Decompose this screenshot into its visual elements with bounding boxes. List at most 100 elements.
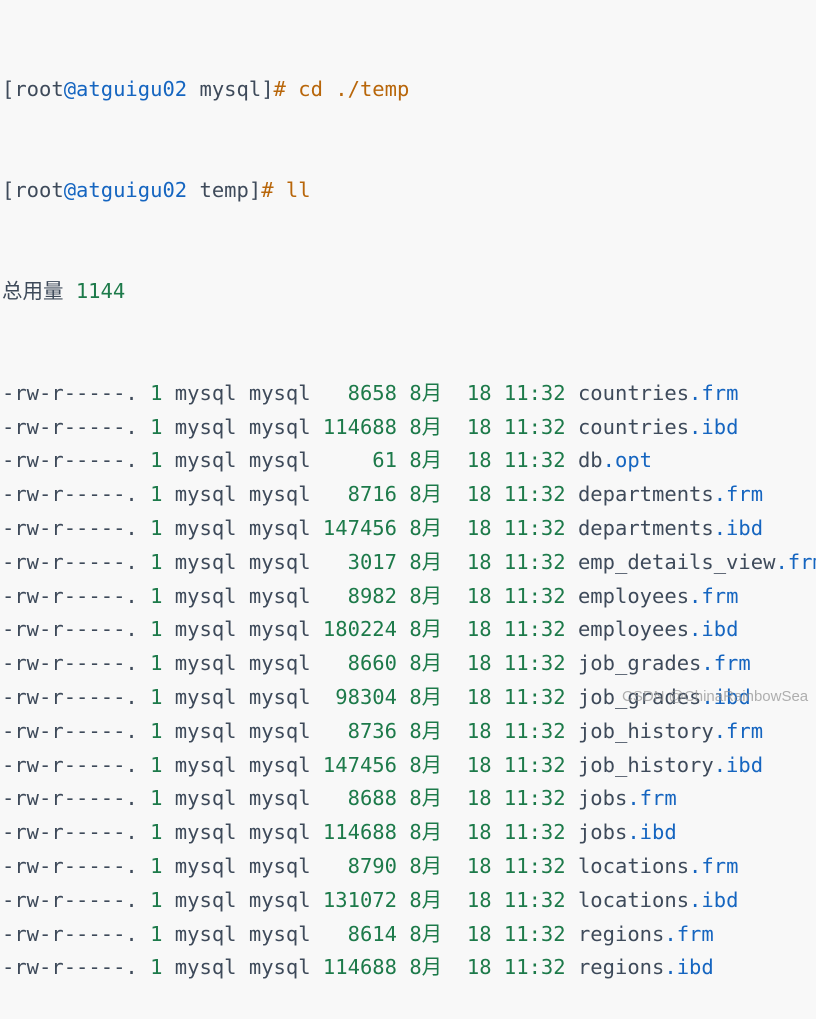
file-extension: .frm bbox=[689, 380, 739, 405]
file-links: 1 bbox=[150, 482, 163, 507]
file-time: 11:32 bbox=[503, 887, 566, 912]
file-day: 18 bbox=[466, 414, 492, 439]
file-row: -rw-r-----. 1 mysql mysql 8660 8月 18 11:… bbox=[2, 647, 816, 681]
file-day: 18 bbox=[466, 684, 492, 709]
file-name: employees bbox=[577, 617, 690, 642]
file-extension: .ibd bbox=[689, 414, 739, 439]
file-links: 1 bbox=[150, 921, 163, 946]
file-size: 8660 bbox=[347, 651, 397, 676]
file-links: 1 bbox=[150, 887, 163, 912]
file-group: mysql bbox=[248, 549, 311, 574]
file-links: 1 bbox=[150, 752, 163, 777]
file-name: locations bbox=[577, 887, 690, 912]
file-group: mysql bbox=[248, 448, 311, 473]
total-value: 1144 bbox=[75, 279, 126, 304]
file-owner: mysql bbox=[174, 617, 237, 642]
file-owner: mysql bbox=[174, 448, 237, 473]
file-group: mysql bbox=[248, 921, 311, 946]
terminal-output: [root@atguigu02 mysql]# cd ./temp [root@… bbox=[2, 5, 816, 1019]
file-name: employees bbox=[577, 583, 690, 608]
file-group: mysql bbox=[248, 887, 311, 912]
file-group: mysql bbox=[248, 786, 311, 811]
total-label: 总用量 bbox=[2, 279, 64, 304]
file-permissions: -rw-r-----. bbox=[2, 718, 138, 743]
file-permissions: -rw-r-----. bbox=[2, 684, 138, 709]
file-permissions: -rw-r-----. bbox=[2, 921, 138, 946]
file-time: 11:32 bbox=[503, 820, 566, 845]
file-day: 18 bbox=[466, 955, 492, 980]
file-owner: mysql bbox=[174, 549, 237, 574]
file-group: mysql bbox=[248, 820, 311, 845]
file-size: 8614 bbox=[347, 921, 397, 946]
file-name: regions bbox=[577, 921, 665, 946]
file-day: 18 bbox=[466, 718, 492, 743]
command: ll bbox=[285, 177, 311, 202]
file-links: 1 bbox=[150, 448, 163, 473]
file-row: -rw-r-----. 1 mysql mysql 61 8月 18 11:32… bbox=[2, 444, 816, 478]
file-time: 11:32 bbox=[503, 482, 566, 507]
file-links: 1 bbox=[150, 583, 163, 608]
file-owner: mysql bbox=[174, 820, 237, 845]
file-name: countries bbox=[577, 414, 690, 439]
file-owner: mysql bbox=[174, 955, 237, 980]
file-day: 18 bbox=[466, 651, 492, 676]
file-extension: .ibd bbox=[664, 955, 714, 980]
file-time: 11:32 bbox=[503, 921, 566, 946]
file-month: 8月 bbox=[409, 583, 443, 608]
file-group: mysql bbox=[248, 617, 311, 642]
file-time: 11:32 bbox=[503, 752, 566, 777]
file-row: -rw-r-----. 1 mysql mysql 147456 8月 18 1… bbox=[2, 512, 816, 546]
file-name: departments bbox=[577, 482, 714, 507]
file-links: 1 bbox=[150, 853, 163, 878]
file-owner: mysql bbox=[174, 887, 237, 912]
file-owner: mysql bbox=[174, 482, 237, 507]
file-name: emp_details_view bbox=[577, 549, 776, 574]
file-size: 3017 bbox=[347, 549, 397, 574]
prompt-bracket: [ bbox=[2, 76, 15, 101]
file-permissions: -rw-r-----. bbox=[2, 651, 138, 676]
file-permissions: -rw-r-----. bbox=[2, 887, 138, 912]
file-extension: .ibd bbox=[713, 515, 764, 540]
file-owner: mysql bbox=[174, 414, 237, 439]
file-row: -rw-r-----. 1 mysql mysql 8688 8月 18 11:… bbox=[2, 782, 816, 816]
prompt-host: @atguigu02 bbox=[63, 177, 188, 202]
file-group: mysql bbox=[248, 752, 311, 777]
file-extension: .ibd bbox=[627, 820, 677, 845]
prompt-host: @atguigu02 bbox=[63, 76, 188, 101]
file-extension: .opt bbox=[602, 448, 653, 473]
file-time: 11:32 bbox=[503, 414, 566, 439]
file-day: 18 bbox=[466, 583, 492, 608]
file-row: -rw-r-----. 1 mysql mysql 114688 8月 18 1… bbox=[2, 816, 816, 850]
file-extension: .frm bbox=[664, 921, 714, 946]
file-month: 8月 bbox=[409, 718, 443, 743]
file-group: mysql bbox=[248, 853, 311, 878]
prompt-dir: temp] bbox=[187, 177, 262, 202]
file-size: 61 bbox=[372, 448, 397, 473]
file-extension: .ibd bbox=[689, 887, 739, 912]
file-owner: mysql bbox=[174, 853, 237, 878]
file-time: 11:32 bbox=[503, 786, 566, 811]
file-month: 8月 bbox=[409, 786, 443, 811]
file-day: 18 bbox=[466, 853, 492, 878]
file-day: 18 bbox=[466, 617, 492, 642]
file-owner: mysql bbox=[174, 515, 237, 540]
file-size: 8736 bbox=[347, 718, 397, 743]
file-day: 18 bbox=[466, 448, 492, 473]
file-group: mysql bbox=[248, 651, 311, 676]
file-owner: mysql bbox=[174, 752, 237, 777]
file-group: mysql bbox=[248, 380, 311, 405]
file-permissions: -rw-r-----. bbox=[2, 617, 138, 642]
file-time: 11:32 bbox=[503, 549, 566, 574]
file-size: 8790 bbox=[347, 853, 397, 878]
file-permissions: -rw-r-----. bbox=[2, 515, 138, 540]
file-permissions: -rw-r-----. bbox=[2, 380, 138, 405]
file-permissions: -rw-r-----. bbox=[2, 448, 138, 473]
file-extension: .ibd bbox=[689, 617, 739, 642]
file-extension: .frm bbox=[627, 786, 677, 811]
file-row: -rw-r-----. 1 mysql mysql 8658 8月 18 11:… bbox=[2, 377, 816, 411]
file-day: 18 bbox=[466, 482, 492, 507]
file-time: 11:32 bbox=[503, 448, 566, 473]
file-size: 8688 bbox=[347, 786, 397, 811]
file-month: 8月 bbox=[409, 820, 443, 845]
file-links: 1 bbox=[150, 617, 163, 642]
